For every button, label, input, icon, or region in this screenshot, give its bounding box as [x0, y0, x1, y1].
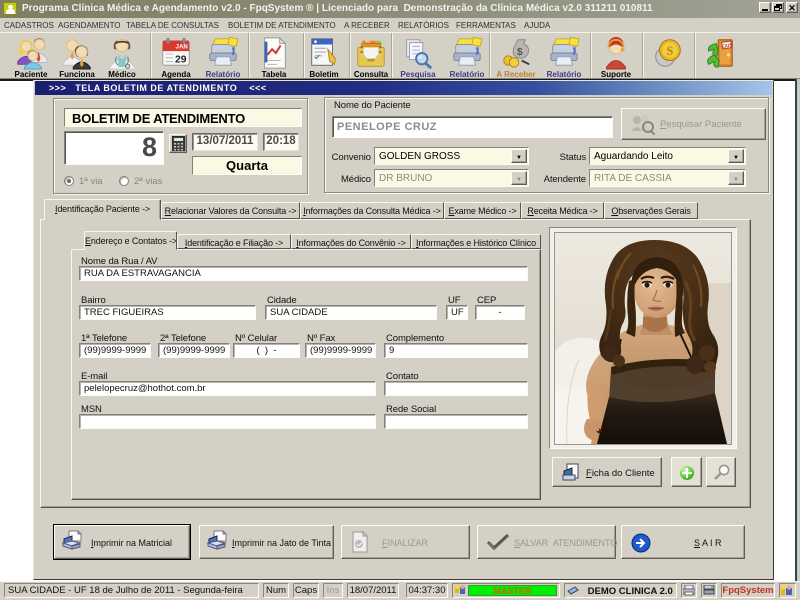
svg-text:JAN: JAN [176, 43, 189, 50]
svg-text:$: $ [517, 47, 523, 58]
svg-text:S: S [666, 44, 673, 58]
svg-text:29: 29 [175, 54, 187, 65]
